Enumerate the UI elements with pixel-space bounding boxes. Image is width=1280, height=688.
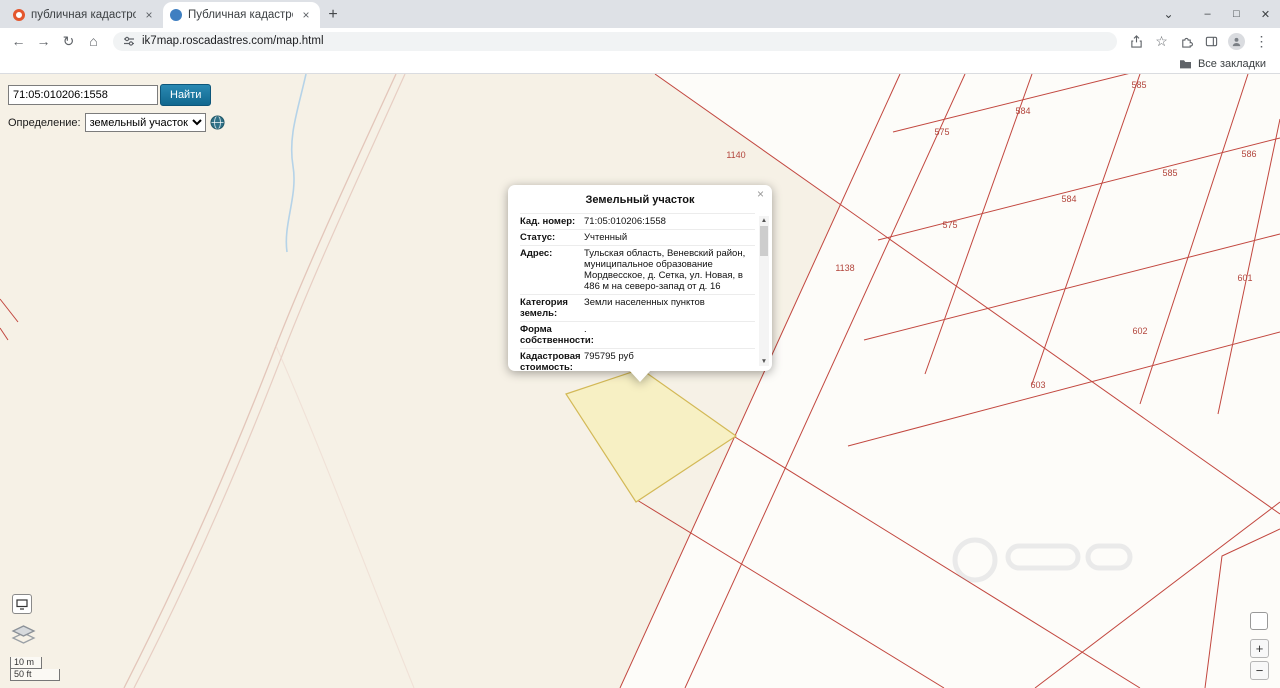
zoom-out-button[interactable]: − [1250,661,1269,680]
field-label: Форма собственности: [520,324,594,346]
popup-row: Кадастровая стоимость: 795795 руб [520,349,755,371]
url-text: ik7map.roscadastres.com/map.html [142,35,324,47]
bookmark-star-icon[interactable]: ☆ [1149,30,1174,53]
parcel-number: 602 [1132,326,1147,336]
maximize-button[interactable]: □ [1222,0,1251,28]
popup-row: Кад. номер: 71:05:010206:1558 [520,214,755,230]
layers-control[interactable] [11,625,36,650]
zoom-in-button[interactable]: + [1250,639,1269,658]
parcel-number: 584 [1061,194,1076,204]
home-button[interactable]: ⌂ [81,30,106,53]
screen-icon [16,598,28,610]
parcel-number: 603 [1030,380,1045,390]
map-scale: 10 m 50 ft [10,657,60,681]
parcel-number: 601 [1237,273,1252,283]
side-panel-icon[interactable] [1199,30,1224,53]
parcel-number: 586 [1241,149,1256,159]
field-label: Статус: [520,232,556,243]
reload-button[interactable]: ↻ [56,30,81,53]
parcel-number: 575 [942,220,957,230]
close-window-button[interactable]: ✕ [1251,0,1280,28]
scroll-thumb[interactable] [760,226,768,256]
parcel-number: 585 [1131,80,1146,90]
field-value: Земли населенных пунктов [584,297,705,308]
parcel-number: 575 [934,127,949,137]
popup-row: Статус: Учтенный [520,230,755,246]
definition-select[interactable]: земельный участок [84,113,206,132]
back-button[interactable]: ← [6,30,31,53]
tab1-favicon-icon [13,9,25,21]
definition-row: Определение: земельный участок [8,113,225,132]
popup-row: Адрес: Тульская область, Веневский район… [520,246,755,295]
popup-close-icon[interactable]: × [757,187,764,201]
field-value: . [584,324,587,335]
minimize-button[interactable]: – [1193,0,1222,28]
field-label: Адрес: [520,248,553,259]
search-panel: Найти Определение: земельный участок [8,84,225,132]
map-viewport: 1140 575 584 585 586 585 584 575 1138 60… [0,74,1280,688]
tab2-title: Публичная кадастровая ка [188,9,293,21]
parcel-number: 585 [1162,168,1177,178]
share-icon[interactable] [1124,30,1149,53]
popup-row: Категория земель: Земли населенных пункт… [520,295,755,322]
extensions-icon[interactable] [1174,30,1199,53]
window-controls: ⌄ – □ ✕ [1154,0,1280,28]
field-value: 795795 руб [584,351,634,362]
scroll-up-icon[interactable]: ▲ [759,216,769,225]
search-input[interactable] [8,85,158,105]
field-label: Кад. номер: [520,216,576,227]
tab1-close-icon[interactable]: × [142,8,156,22]
field-value: Тульская область, Веневский район, муниц… [584,248,746,292]
scroll-down-icon[interactable]: ▼ [759,357,769,366]
overview-map-button[interactable] [12,594,32,614]
scale-imperial: 50 ft [10,669,60,681]
tab-2-active[interactable]: Публичная кадастровая ка × [163,2,320,28]
layers-icon [11,625,36,644]
browser-tabstrip: публичная кадастровая ка × Публичная кад… [0,0,1280,28]
land-tint-region [0,74,840,688]
all-bookmarks-button[interactable]: Все закладки [1198,58,1266,70]
popup-row: Форма собственности: . [520,322,755,349]
parcel-popup: Земельный участок × Кад. номер: 71:05:01… [508,185,772,382]
parcel-number: 1138 [835,263,854,273]
attribution-toggle[interactable] [1250,612,1268,630]
tab2-close-icon[interactable]: × [299,8,313,22]
globe-icon[interactable] [210,115,225,130]
definition-label: Определение: [8,116,81,129]
new-tab-button[interactable]: + [320,2,346,28]
tab-1[interactable]: публичная кадастровая ка × [6,2,163,28]
bookmarks-folder-icon [1179,60,1191,69]
parcel-number: 1140 [726,150,745,160]
menu-kebab-icon[interactable]: ⋮ [1249,30,1274,53]
parcel-number: 584 [1015,106,1030,116]
avatar-icon [1228,32,1245,50]
url-bar[interactable]: ik7map.roscadastres.com/map.html [113,31,1117,51]
zoom-control: + − [1250,639,1269,680]
field-value: 71:05:010206:1558 [584,216,666,227]
popup-fields: Кад. номер: 71:05:010206:1558 Статус: Уч… [520,213,755,371]
bookmarks-bar: Все закладки [0,54,1280,74]
scale-metric: 10 m [10,657,42,669]
site-info-icon[interactable] [123,35,135,47]
tab1-title: публичная кадастровая ка [31,9,136,21]
profile-avatar[interactable] [1224,30,1249,53]
search-row: Найти [8,84,225,106]
browser-toolbar: ← → ↻ ⌂ ik7map.roscadastres.com/map.html… [0,28,1280,54]
popup-title: Земельный участок [585,194,695,206]
field-value: Учтенный [584,232,628,243]
tab2-favicon-icon [170,9,182,21]
watermark [952,537,1133,583]
popup-scrollbar[interactable]: ▲ ▼ [759,216,769,366]
tab-search-icon[interactable]: ⌄ [1154,0,1183,28]
field-label: Категория земель: [520,297,568,319]
field-label: Кадастровая стоимость: [520,351,581,371]
find-button[interactable]: Найти [160,84,212,106]
forward-button[interactable]: → [31,30,56,53]
popup-pointer [629,370,651,382]
parcel-popup-card: Земельный участок × Кад. номер: 71:05:01… [508,185,772,371]
